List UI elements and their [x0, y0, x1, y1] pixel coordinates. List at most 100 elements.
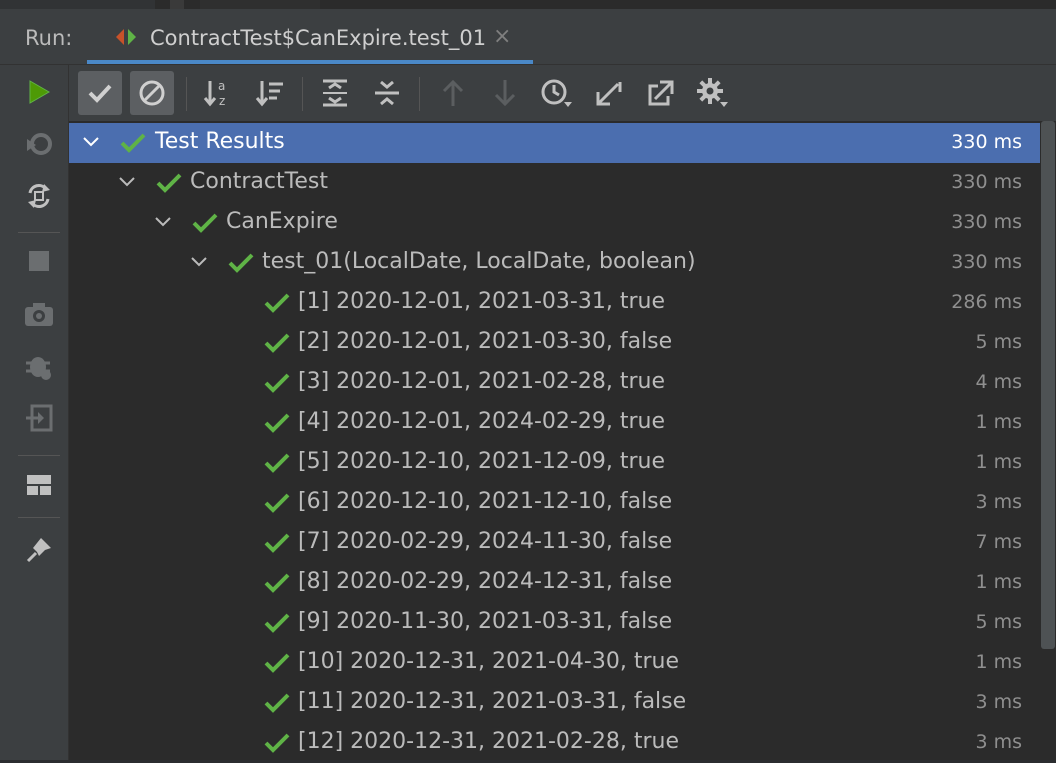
sort-by-duration-icon[interactable] [248, 71, 292, 115]
passed-check-icon [264, 413, 290, 433]
collapse-all-icon[interactable] [365, 71, 409, 115]
passed-check-icon [264, 373, 290, 393]
passed-check-icon [264, 693, 290, 713]
passed-check-icon [264, 533, 290, 553]
test-history-icon[interactable] [535, 71, 579, 115]
tree-row-test-case[interactable]: [6] 2020-12-10, 2021-12-10, false 3 ms [69, 483, 1040, 523]
passed-check-icon [228, 253, 254, 273]
divider [419, 77, 420, 111]
tree-label: [1] 2020-12-01, 2021-03-31, true [298, 289, 665, 314]
tree-label: [5] 2020-12-10, 2021-12-09, true [298, 449, 665, 474]
duration: 3 ms [975, 731, 1022, 753]
divider [186, 77, 187, 111]
tree-row-test-case[interactable]: [3] 2020-12-01, 2021-02-28, true 4 ms [69, 363, 1040, 403]
rerun-failed-icon[interactable] [20, 125, 58, 163]
tree-label: [8] 2020-02-29, 2024-12-31, false [298, 569, 673, 594]
tree-row-test-results[interactable]: Test Results 330 ms [69, 123, 1040, 163]
duration: 3 ms [975, 491, 1022, 513]
duration: 1 ms [975, 451, 1022, 473]
tree-label: [6] 2020-12-10, 2021-12-10, false [298, 489, 673, 514]
tree-row-test-case[interactable]: [10] 2020-12-31, 2021-04-30, true 1 ms [69, 643, 1040, 683]
tree-row-can-expire[interactable]: CanExpire 330 ms [69, 203, 1040, 243]
import-icon[interactable] [587, 71, 631, 115]
run-tab-title: ContractTest$CanExpire.test_01 [150, 26, 487, 50]
tree-row-test-case[interactable]: [9] 2020-11-30, 2021-03-31, false 5 ms [69, 603, 1040, 643]
passed-check-icon [264, 573, 290, 593]
duration: 330 ms [951, 131, 1022, 153]
test-toolbar: az [69, 65, 1056, 121]
stop-icon[interactable] [20, 242, 58, 280]
run-label: Run: [25, 26, 73, 50]
tree-label: [3] 2020-12-01, 2021-02-28, true [298, 369, 665, 394]
duration: 3 ms [975, 691, 1022, 713]
passed-check-icon [264, 293, 290, 313]
passed-check-icon [264, 613, 290, 633]
tree-row-test-case[interactable]: [5] 2020-12-10, 2021-12-09, true 1 ms [69, 443, 1040, 483]
tree-label: ContractTest [190, 169, 328, 194]
tree-row-test-case[interactable]: [12] 2020-12-31, 2021-02-28, true 3 ms [69, 723, 1040, 763]
duration: 4 ms [975, 371, 1022, 393]
duration: 1 ms [975, 651, 1022, 673]
tree-row-test-case[interactable]: [2] 2020-12-01, 2021-03-30, false 5 ms [69, 323, 1040, 363]
duration: 1 ms [975, 571, 1022, 593]
camera-icon[interactable] [20, 295, 58, 333]
test-run-icon [116, 29, 136, 45]
previous-failed-icon[interactable] [431, 71, 475, 115]
tree-row-test-01[interactable]: test_01(LocalDate, LocalDate, boolean) 3… [69, 243, 1040, 283]
divider [18, 232, 60, 233]
duration: 330 ms [951, 171, 1022, 193]
passed-check-icon [120, 133, 146, 153]
tree-row-contract-test[interactable]: ContractTest 330 ms [69, 163, 1040, 203]
svg-text:a: a [218, 79, 225, 93]
chevron-down-icon[interactable] [189, 252, 209, 272]
tree-label: [11] 2020-12-31, 2021-03-31, false [298, 689, 687, 714]
tree-label: [2] 2020-12-01, 2021-03-30, false [298, 329, 673, 354]
duration: 330 ms [951, 211, 1022, 233]
next-failed-icon[interactable] [483, 71, 527, 115]
tree-label: CanExpire [226, 209, 338, 234]
chevron-down-icon[interactable] [153, 212, 173, 232]
duration: 330 ms [951, 251, 1022, 273]
export-icon[interactable] [639, 71, 683, 115]
tree-label: [4] 2020-12-01, 2024-02-29, true [298, 409, 665, 434]
pin-icon[interactable] [20, 531, 58, 569]
show-ignored-icon[interactable] [130, 71, 174, 115]
duration: 286 ms [951, 291, 1022, 313]
tree-row-test-case[interactable]: [7] 2020-02-29, 2024-11-30, false 7 ms [69, 523, 1040, 563]
debug-icon[interactable] [20, 347, 58, 385]
tree-row-test-case[interactable]: [8] 2020-02-29, 2024-12-31, false 1 ms [69, 563, 1040, 603]
run-tab[interactable]: ContractTest$CanExpire.test_01 × [87, 9, 533, 64]
layout-icon[interactable] [20, 466, 58, 504]
chevron-down-icon[interactable] [117, 172, 137, 192]
import-tests-icon[interactable] [20, 399, 58, 437]
passed-check-icon [264, 333, 290, 353]
close-icon[interactable]: × [493, 24, 511, 49]
divider [302, 77, 303, 111]
show-passed-icon[interactable] [78, 71, 122, 115]
passed-check-icon [192, 213, 218, 233]
scrollbar-thumb[interactable] [1041, 121, 1055, 649]
duration: 1 ms [975, 411, 1022, 433]
toggle-auto-test-icon[interactable] [20, 177, 58, 215]
rerun-icon[interactable] [20, 73, 58, 111]
divider [18, 517, 60, 518]
passed-check-icon [264, 653, 290, 673]
tree-row-test-case[interactable]: [11] 2020-12-31, 2021-03-31, false 3 ms [69, 683, 1040, 723]
divider [18, 455, 60, 456]
tree-label: Test Results [155, 129, 285, 154]
passed-check-icon [156, 173, 182, 193]
settings-icon[interactable] [691, 71, 735, 115]
left-toolbar [0, 65, 69, 760]
passed-check-icon [264, 493, 290, 513]
passed-check-icon [264, 733, 290, 753]
chevron-down-icon[interactable] [81, 132, 101, 152]
tree-label: [12] 2020-12-31, 2021-02-28, true [298, 729, 679, 754]
tree-row-test-case[interactable]: [1] 2020-12-01, 2021-03-31, true 286 ms [69, 283, 1040, 323]
tree-row-test-case[interactable]: [4] 2020-12-01, 2024-02-29, true 1 ms [69, 403, 1040, 443]
expand-all-icon[interactable] [313, 71, 357, 115]
editor-strip [0, 0, 1056, 9]
sort-alphabetically-icon[interactable]: az [196, 71, 240, 115]
duration: 5 ms [975, 611, 1022, 633]
tree-label: [7] 2020-02-29, 2024-11-30, false [298, 529, 673, 554]
run-tabbar: Run: ContractTest$CanExpire.test_01 × [0, 9, 1056, 65]
